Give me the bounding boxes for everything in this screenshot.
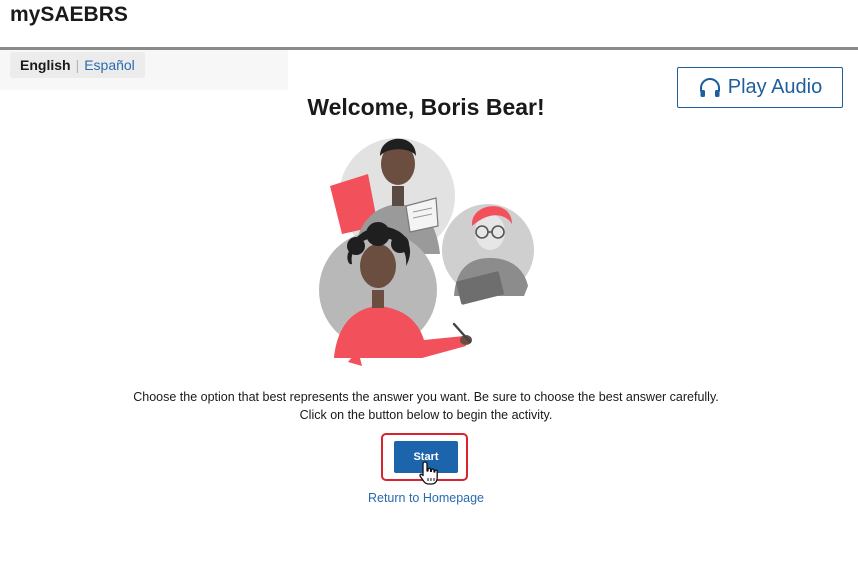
language-espanol-link[interactable]: Español bbox=[84, 57, 135, 73]
instructions-line-2: Click on the button below to begin the a… bbox=[299, 408, 553, 422]
language-english[interactable]: English bbox=[20, 57, 71, 73]
language-switcher: English | Español bbox=[10, 52, 145, 78]
app-title: mySAEBRS bbox=[10, 3, 128, 26]
student-glasses-figure bbox=[442, 204, 534, 305]
instructions-text: Choose the option that best represents t… bbox=[0, 388, 852, 424]
language-bar: English | Español bbox=[0, 50, 288, 90]
instructions-line-1: Choose the option that best represents t… bbox=[133, 390, 719, 404]
welcome-heading: Welcome, Boris Bear! bbox=[307, 94, 545, 120]
hand-pointer-icon bbox=[419, 461, 438, 485]
students-illustration bbox=[319, 138, 534, 366]
language-separator: | bbox=[75, 57, 80, 73]
return-to-homepage-link[interactable]: Return to Homepage bbox=[368, 491, 484, 505]
return-homepage-container: Return to Homepage bbox=[0, 491, 852, 505]
